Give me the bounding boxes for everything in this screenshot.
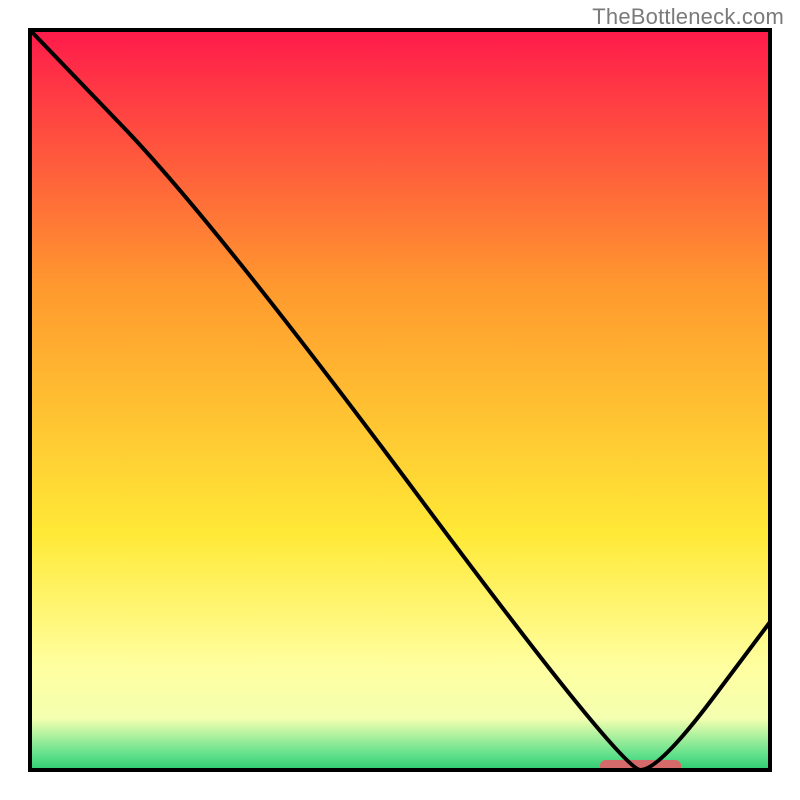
bottleneck-chart: TheBottleneck.com [0, 0, 800, 800]
gradient-background [30, 30, 770, 770]
watermark-text: TheBottleneck.com [592, 4, 784, 30]
